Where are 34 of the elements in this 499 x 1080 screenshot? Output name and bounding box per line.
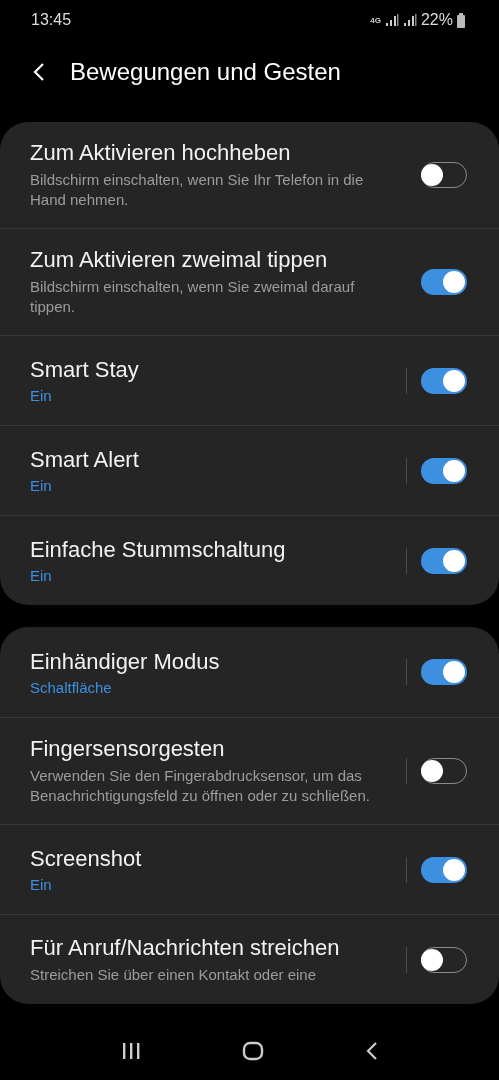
back-nav-button[interactable]	[364, 1041, 379, 1061]
setting-title[interactable]: Screenshot	[30, 846, 386, 872]
setting-description: Verwenden Sie den Fingerabdrucksensor, um das Benachrichtigungsfeld zu öffnen oder zu schließen.	[30, 766, 371, 806]
setting-title[interactable]: Zum Aktivieren hochheben	[30, 140, 401, 166]
page-title: Bewegungen und Gesten	[70, 58, 341, 86]
setting-status: Schaltfläche	[30, 678, 113, 696]
setting-status: Ein	[30, 876, 53, 893]
battery-icon	[457, 12, 465, 28]
setting-title[interactable]: Für Anruf/Nachrichten streichen	[30, 934, 386, 961]
toggle-switch[interactable]	[421, 367, 467, 394]
recent-apps-button[interactable]	[120, 1042, 141, 1060]
setting-status: Ein	[30, 567, 53, 584]
setting-status: Ein	[30, 477, 53, 494]
toggle-switch[interactable]	[421, 269, 467, 295]
setting-title[interactable]: Zum Aktivieren zweimal tippen	[30, 247, 401, 273]
home-button[interactable]	[241, 1041, 264, 1061]
signal-icon	[384, 13, 399, 27]
status-time: 13:45	[31, 11, 72, 29]
setting-status: Ein	[30, 387, 53, 404]
setting-description: Streichen Sie über einen Kontakt oder eine	[30, 964, 318, 985]
setting-description: Bildschirm einschalten, wenn Sie Ihr Telefon in die Hand nehmen.	[30, 170, 365, 210]
setting-title[interactable]: Smart Alert	[30, 447, 386, 473]
toggle-switch[interactable]	[421, 457, 467, 484]
toggle-switch[interactable]	[421, 547, 467, 574]
network-type: 4G	[370, 15, 381, 25]
toggle-switch[interactable]	[421, 659, 467, 685]
toggle-switch[interactable]	[421, 856, 467, 883]
setting-title[interactable]: Einfache Stummschaltung	[30, 537, 386, 563]
setting-title[interactable]: Smart Stay	[30, 357, 386, 383]
signal-icon	[402, 13, 417, 27]
battery-level: 22%	[420, 11, 453, 29]
setting-title[interactable]: Einhändiger Modus	[30, 648, 386, 675]
setting-description: Bildschirm einschalten, wenn Sie zweimal darauf tippen.	[30, 277, 356, 317]
setting-title[interactable]: Fingersensorgesten	[30, 736, 386, 762]
